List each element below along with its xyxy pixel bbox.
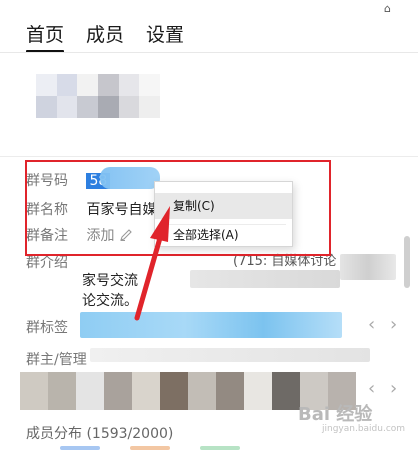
annotation-arrow-icon (134, 206, 170, 321)
